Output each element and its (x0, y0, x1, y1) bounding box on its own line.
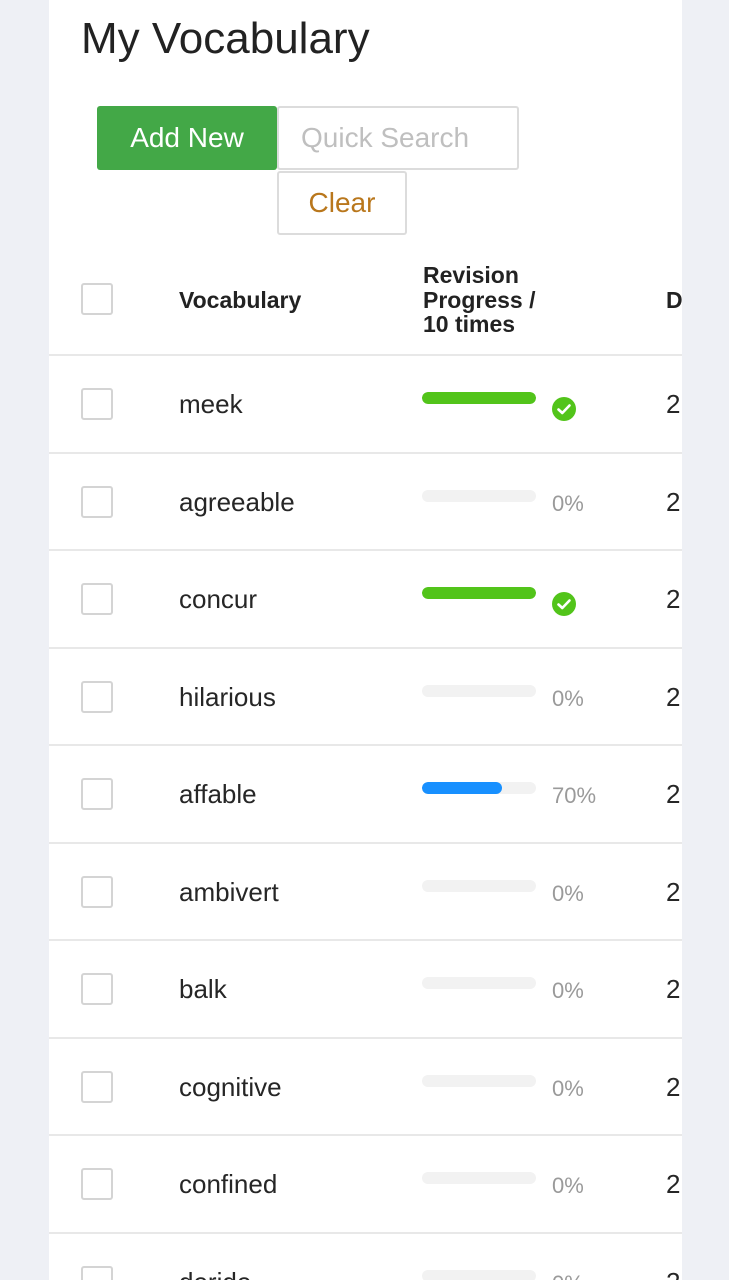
progress-fill (422, 782, 502, 794)
vocabulary-word[interactable]: hilarious (179, 682, 276, 713)
table-row[interactable]: cognitive 0% 2 (49, 1039, 682, 1136)
vocabulary-word[interactable]: balk (179, 974, 227, 1005)
progress-fill (422, 587, 536, 599)
vocabulary-word[interactable]: concur (179, 584, 257, 615)
clear-button[interactable]: Clear (277, 171, 407, 235)
date-cell: 2 (666, 974, 681, 1004)
progress-percent: 0% (552, 685, 584, 711)
table-row[interactable]: affable 70% 2 (49, 746, 682, 844)
check-circle-icon (552, 397, 576, 421)
table-row[interactable]: hilarious 0% 2 (49, 649, 682, 746)
row-checkbox[interactable] (81, 1168, 113, 1200)
revision-progress-bar (422, 684, 536, 697)
table-body: meek 2 agreeable 0% 2 concur 2 hilarious 0% 2 affa… (49, 356, 682, 1280)
row-checkbox[interactable] (81, 1070, 113, 1103)
table-row[interactable]: confined 0% 2 (49, 1136, 682, 1234)
progress-percent: 0% (552, 978, 584, 1003)
progress-percent: 70% (552, 783, 597, 808)
table-row[interactable]: ambivert 0% 2 (49, 844, 682, 941)
table-row[interactable]: balk 0% 2 (49, 941, 682, 1039)
progress-percent: 0% (552, 1173, 584, 1198)
column-header-date[interactable]: D (666, 287, 682, 314)
select-all-checkbox[interactable] (81, 283, 113, 315)
revision-progress-bar (422, 1074, 536, 1087)
column-header-vocabulary[interactable]: Vocabulary (179, 287, 301, 314)
table-row[interactable]: agreeable 0% 2 (49, 454, 682, 551)
date-cell: 2 (666, 876, 681, 907)
row-checkbox[interactable] (81, 680, 113, 713)
date-cell: 2 (666, 779, 681, 809)
table-row[interactable]: deride 0% 2 (49, 1234, 682, 1280)
table-header: Vocabulary Revision Progress / 10 times … (49, 256, 682, 356)
revision-progress-bar (422, 489, 536, 502)
row-checkbox[interactable] (81, 973, 113, 1005)
progress-percent: 0% (552, 880, 584, 906)
revision-progress-bar (422, 587, 536, 599)
page-title: My Vocabulary (81, 14, 370, 63)
row-checkbox[interactable] (81, 1265, 113, 1280)
progress-fill (422, 392, 536, 404)
progress-percent: 0% (552, 490, 584, 516)
date-cell: 2 (666, 389, 681, 419)
row-checkbox[interactable] (81, 388, 113, 420)
vocabulary-word[interactable]: meek (179, 389, 243, 420)
table-row[interactable]: concur 2 (49, 551, 682, 649)
vocabulary-card: My Vocabulary Add New Clear Vocabulary R… (49, 0, 682, 1280)
row-checkbox[interactable] (81, 778, 113, 810)
date-cell: 2 (666, 584, 681, 614)
vocabulary-word[interactable]: agreeable (179, 487, 295, 518)
date-cell: 2 (666, 486, 681, 517)
revision-progress-bar (422, 1269, 536, 1280)
check-circle-icon (552, 592, 576, 616)
date-cell: 2 (666, 681, 681, 712)
vocabulary-word[interactable]: affable (179, 779, 257, 810)
add-new-button[interactable]: Add New (97, 106, 277, 170)
vocabulary-word[interactable]: cognitive (179, 1072, 282, 1103)
row-checkbox[interactable] (81, 875, 113, 908)
vocabulary-word[interactable]: deride (179, 1267, 251, 1280)
table-row[interactable]: meek 2 (49, 356, 682, 454)
revision-progress-bar (422, 782, 536, 794)
revision-progress-bar (422, 392, 536, 404)
date-cell: 2 (666, 1071, 681, 1102)
date-cell: 2 (666, 1169, 681, 1199)
quick-search-input[interactable] (277, 106, 519, 170)
row-checkbox[interactable] (81, 485, 113, 518)
progress-percent: 0% (552, 1075, 584, 1101)
row-checkbox[interactable] (81, 583, 113, 615)
vocabulary-word[interactable]: ambivert (179, 877, 279, 908)
revision-progress-bar (422, 1172, 536, 1184)
revision-progress-bar (422, 879, 536, 892)
progress-percent: 0% (552, 1271, 584, 1280)
column-header-progress[interactable]: Revision Progress / 10 times (423, 263, 553, 337)
date-cell: 2 (666, 1267, 680, 1280)
vocabulary-word[interactable]: confined (179, 1169, 277, 1200)
revision-progress-bar (422, 977, 536, 989)
